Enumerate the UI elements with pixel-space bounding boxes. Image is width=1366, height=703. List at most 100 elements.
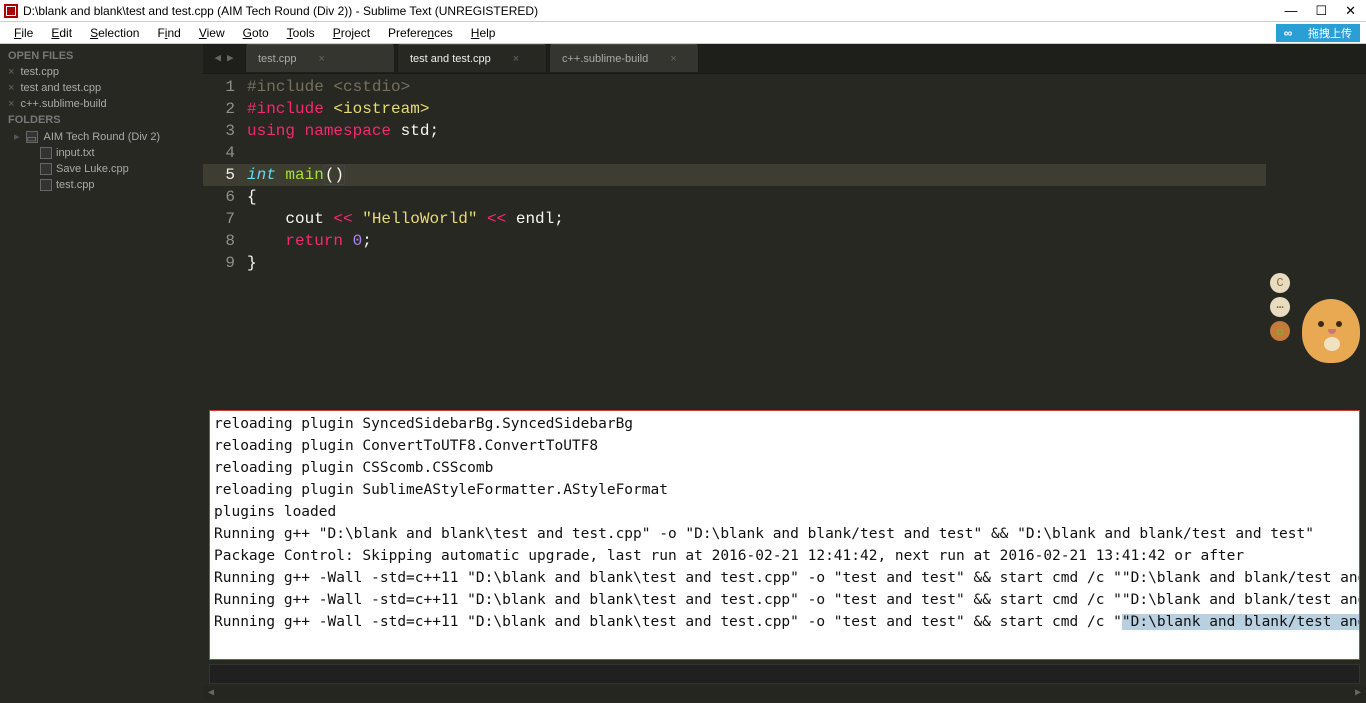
code-token: 0 xyxy=(343,232,362,250)
window-title: D:\blank and blank\test and test.cpp (AI… xyxy=(23,4,538,18)
tab-label: test.cpp xyxy=(258,53,297,65)
tab-sublime-build[interactable]: c++.sublime-build × xyxy=(549,44,699,72)
close-icon[interactable]: × xyxy=(319,53,325,65)
horizontal-scrollbar[interactable]: ◀ ▶ xyxy=(203,686,1366,700)
console-line: reloading plugin SyncedSidebarBg.SyncedS… xyxy=(214,413,1355,435)
code-token: <iostream> xyxy=(324,100,430,118)
console-line: Running g++ -Wall -std=c++11 "D:\blank a… xyxy=(214,611,1355,633)
file-icon xyxy=(40,147,52,159)
scroll-left-icon[interactable]: ◀ xyxy=(203,687,219,699)
app-icon xyxy=(4,4,18,18)
line-number: 1 xyxy=(203,76,235,98)
tab-next-icon[interactable]: ▶ xyxy=(227,51,234,65)
close-icon[interactable]: × xyxy=(513,53,519,65)
maximize-button[interactable]: ☐ xyxy=(1315,3,1327,19)
upload-label: 拖拽上传 xyxy=(1300,24,1360,42)
code-token: () xyxy=(324,165,345,185)
line-number: 6 xyxy=(203,186,235,208)
close-icon[interactable]: × xyxy=(8,66,14,78)
file-label: test.cpp xyxy=(56,179,95,191)
code-token: int xyxy=(247,166,276,184)
code-token: main xyxy=(276,166,324,184)
console-panel[interactable]: reloading plugin SyncedSidebarBg.SyncedS… xyxy=(209,410,1360,660)
code-token: << xyxy=(487,210,506,228)
mascot-decoration: C ⋯ ✿ xyxy=(1270,273,1360,363)
file-item[interactable]: input.txt xyxy=(0,145,203,161)
open-file-label: test and test.cpp xyxy=(20,82,101,94)
close-icon[interactable]: × xyxy=(670,53,676,65)
tab-test-and-test-cpp[interactable]: test and test.cpp × xyxy=(397,44,547,72)
menu-goto[interactable]: Goto xyxy=(235,24,277,42)
code-token: { xyxy=(247,188,257,206)
menu-project[interactable]: Project xyxy=(325,24,378,42)
console-line: reloading plugin SublimeAStyleFormatter.… xyxy=(214,479,1355,501)
menu-edit[interactable]: Edit xyxy=(43,24,80,42)
main-area: OPEN FILES ×test.cpp ×test and test.cpp … xyxy=(0,44,1366,700)
code-token: << xyxy=(333,210,352,228)
open-file-item[interactable]: × test.cpp xyxy=(0,64,203,80)
close-icon[interactable]: × xyxy=(8,82,14,94)
file-label: Save Luke.cpp xyxy=(56,163,129,175)
tabbar: ◀ ▶ test.cpp × test and test.cpp × c++.sub… xyxy=(203,44,1366,74)
file-item[interactable]: test.cpp xyxy=(0,177,203,193)
code-token: ; xyxy=(362,232,372,250)
upload-widget[interactable]: ∞ 拖拽上传 xyxy=(1276,24,1360,42)
menu-tools[interactable]: Tools xyxy=(279,24,323,42)
code-editor[interactable]: 1 2 3 4 5 6 7 8 9 #include <cstdio>#incl… xyxy=(203,74,1366,408)
mascot-button-icon[interactable]: C xyxy=(1270,273,1290,293)
console-line: reloading plugin ConvertToUTF8.ConvertTo… xyxy=(214,435,1355,457)
folders-header: FOLDERS xyxy=(0,112,203,128)
line-number: 8 xyxy=(203,230,235,252)
open-file-item[interactable]: × c++.sublime-build xyxy=(0,96,203,112)
line-number: 9 xyxy=(203,252,235,274)
file-icon xyxy=(40,163,52,175)
minimize-button[interactable]: — xyxy=(1284,3,1297,19)
folder-icon: ▭ xyxy=(26,131,38,143)
code-token: #include <cstdio> xyxy=(247,78,410,96)
open-files-header: OPEN FILES xyxy=(0,48,203,64)
code-token xyxy=(247,232,285,250)
tab-nav: ◀ ▶ xyxy=(203,51,245,65)
close-button[interactable]: ✕ xyxy=(1345,3,1356,19)
menu-view[interactable]: View xyxy=(191,24,233,42)
editor-column: ◀ ▶ test.cpp × test and test.cpp × c++.sub… xyxy=(203,44,1366,700)
code-token: return xyxy=(285,232,343,250)
menu-selection[interactable]: Selection xyxy=(82,24,147,42)
tab-test-cpp[interactable]: test.cpp × xyxy=(245,44,395,72)
menu-preferences[interactable]: Preferences xyxy=(380,24,461,42)
code-token: #include xyxy=(247,100,324,118)
file-icon xyxy=(40,179,52,191)
open-file-label: c++.sublime-build xyxy=(20,98,106,110)
code-token xyxy=(247,210,285,228)
file-item[interactable]: Save Luke.cpp xyxy=(0,161,203,177)
folder-item[interactable]: ▭AIM Tech Round (Div 2) xyxy=(0,128,203,145)
code-token: namespace xyxy=(295,122,391,140)
tab-label: c++.sublime-build xyxy=(562,53,648,65)
sidebar: OPEN FILES ×test.cpp ×test and test.cpp … xyxy=(0,44,203,700)
mascot-button-icon[interactable]: ✿ xyxy=(1270,321,1290,341)
code-token: ; xyxy=(554,210,564,228)
menu-file[interactable]: File xyxy=(6,24,41,42)
open-file-label: test.cpp xyxy=(20,66,59,78)
console-line: Running g++ -Wall -std=c++11 "D:\blank a… xyxy=(214,589,1355,611)
mascot-button-icon[interactable]: ⋯ xyxy=(1270,297,1290,317)
scroll-right-icon[interactable]: ▶ xyxy=(1350,687,1366,699)
line-number: 4 xyxy=(203,142,235,164)
menu-help[interactable]: Help xyxy=(463,24,504,42)
close-icon[interactable]: × xyxy=(8,98,14,110)
titlebar: D:\blank and blank\test and test.cpp (AI… xyxy=(0,0,1366,22)
console-line: Package Control: Skipping automatic upgr… xyxy=(214,545,1355,567)
code-content[interactable]: #include <cstdio>#include <iostream>usin… xyxy=(247,74,1266,408)
open-file-item[interactable]: × test and test.cpp xyxy=(0,80,203,96)
line-number: 7 xyxy=(203,208,235,230)
menu-find[interactable]: Find xyxy=(149,24,188,42)
tab-label: test and test.cpp xyxy=(410,53,491,65)
command-input[interactable] xyxy=(209,664,1360,684)
tab-prev-icon[interactable]: ◀ xyxy=(214,51,221,65)
console-line: Running g++ -Wall -std=c++11 "D:\blank a… xyxy=(214,567,1355,589)
cloud-upload-icon: ∞ xyxy=(1276,24,1300,42)
line-number: 5 xyxy=(203,164,247,186)
code-token: std xyxy=(391,122,429,140)
file-label: input.txt xyxy=(56,147,95,159)
window-controls: — ☐ ✕ xyxy=(1284,3,1362,19)
